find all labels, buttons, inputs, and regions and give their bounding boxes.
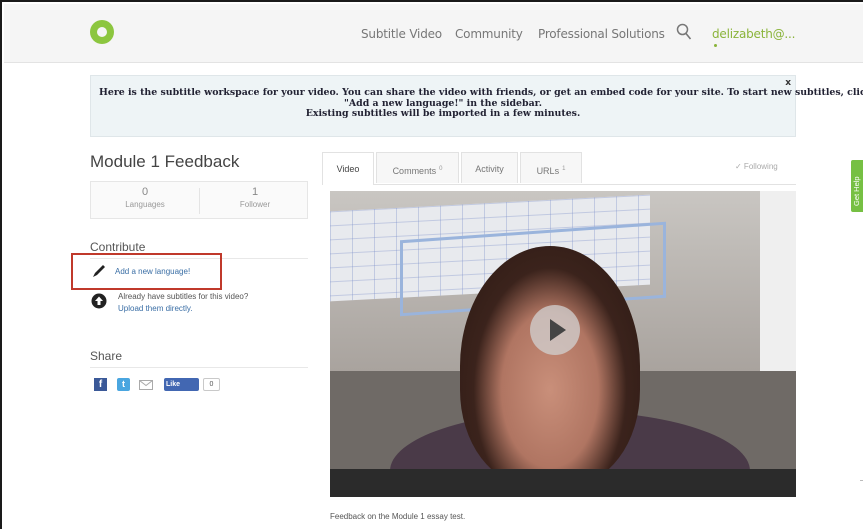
stat-value: 1 [251, 186, 259, 198]
video-description: Feedback on the Module 1 essay test. [330, 512, 466, 521]
amara-logo-icon[interactable] [90, 20, 114, 44]
video-frame-person [460, 246, 640, 486]
nav-community[interactable]: Community [455, 27, 523, 41]
search-icon[interactable] [676, 23, 692, 41]
notice-line: Existing subtitles will be imported in a… [305, 108, 581, 119]
notice-close-button[interactable]: x [785, 78, 791, 88]
facebook-like-label: Like [166, 381, 181, 388]
stat-value: 0 [141, 186, 149, 198]
video-player[interactable] [330, 191, 796, 497]
email-icon[interactable] [139, 378, 153, 391]
facebook-icon[interactable]: f [94, 378, 107, 391]
tab-label: Comments [392, 166, 437, 176]
divider [90, 367, 308, 368]
video-frame-door [760, 191, 796, 371]
nav-subtitle-video[interactable]: Subtitle Video [361, 27, 442, 41]
stat-languages[interactable]: 0 Languages [95, 186, 195, 209]
tab-video[interactable]: Video [322, 152, 374, 185]
video-tabs: Video Comments 0 Activity URLs 1 [322, 152, 796, 185]
contribute-heading: Contribute [90, 240, 146, 254]
highlight-box [71, 253, 222, 290]
get-help-tab[interactable]: Get Help [851, 160, 863, 212]
get-help-label: Get Help [852, 176, 861, 206]
stat-followers[interactable]: 1 Follower [205, 186, 305, 209]
share-heading: Share [90, 349, 123, 363]
notice-line: Here is the subtitle workspace for your … [99, 87, 863, 98]
tab-urls[interactable]: URLs 1 [520, 152, 582, 183]
video-stats: 0 Languages 1 Follower [90, 181, 308, 219]
user-indicator-dot [714, 44, 717, 47]
browser-frame: Subtitle Video Community Professional So… [0, 0, 863, 529]
tab-count: 1 [562, 166, 566, 172]
user-menu[interactable]: delizabeth@... [712, 27, 795, 41]
tab-activity[interactable]: Activity [461, 152, 518, 183]
tab-count: 0 [439, 166, 443, 172]
stat-divider [199, 188, 200, 214]
tab-label: Activity [475, 164, 504, 174]
video-control-bar[interactable] [330, 469, 796, 497]
tab-label: Video [336, 164, 360, 174]
twitter-icon[interactable]: t [117, 378, 130, 391]
stat-label: Languages [125, 200, 165, 209]
facebook-like-button[interactable]: Like [164, 378, 199, 391]
top-nav: Subtitle Video Community Professional So… [4, 4, 863, 63]
nav-professional-solutions[interactable]: Professional Solutions [538, 27, 665, 41]
like-count: 0 [203, 378, 220, 391]
notice-text: Here is the subtitle workspace for your … [99, 87, 863, 120]
stat-label: Follower [239, 200, 271, 209]
upload-icon[interactable] [91, 293, 107, 309]
tab-label: URLs [536, 166, 560, 176]
video-title: Module 1 Feedback [90, 152, 240, 171]
workspace-notice: Here is the subtitle workspace for your … [90, 75, 863, 137]
following-toggle[interactable]: ✓ Following [735, 162, 778, 171]
play-icon[interactable] [530, 305, 580, 355]
tab-comments[interactable]: Comments 0 [376, 152, 459, 183]
already-have-subtitles-text: Already have subtitles for this video? [118, 292, 249, 301]
upload-directly-link[interactable]: Upload them directly. [118, 304, 193, 313]
